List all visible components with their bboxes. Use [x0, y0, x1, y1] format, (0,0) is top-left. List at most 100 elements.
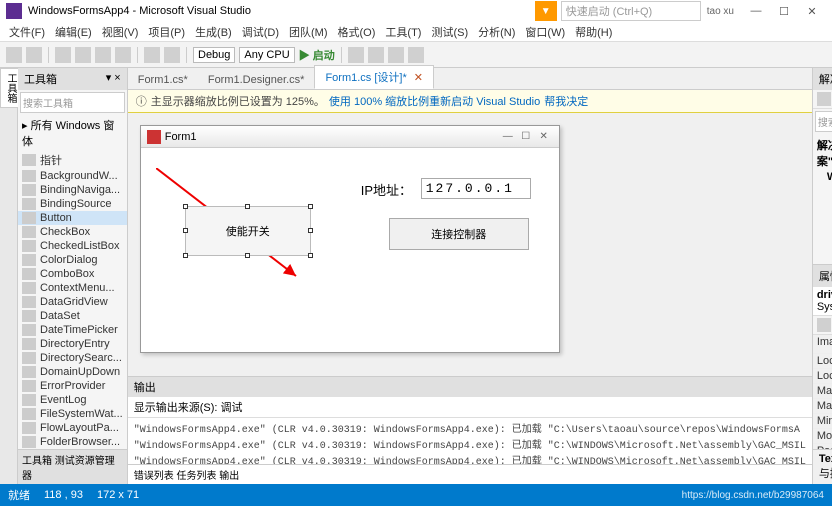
property-row[interactable]: Margin3, 3, 3, 3: [813, 384, 832, 399]
toolbox-item[interactable]: CheckBox: [18, 225, 127, 239]
solution-node: 解决方案"WindowsFormsApp4"(1: [817, 136, 832, 170]
toolbox-item[interactable]: BindingNaviga...: [18, 183, 127, 197]
property-row[interactable]: MinimumSize0, 0: [813, 414, 832, 429]
tb-icon[interactable]: [348, 47, 364, 63]
menu-item[interactable]: 团队(M): [286, 24, 331, 40]
menu-item[interactable]: 格式(O): [335, 24, 379, 40]
toolbox-item[interactable]: ColorDialog: [18, 253, 127, 267]
toolbox-item[interactable]: DateTimePicker: [18, 323, 127, 337]
toolbox-search[interactable]: 搜索工具箱: [20, 92, 125, 113]
nav-fwd-icon[interactable]: [26, 47, 42, 63]
toolbox-item[interactable]: Button: [18, 211, 127, 225]
menu-item[interactable]: 分析(N): [475, 24, 518, 40]
toolbox-item[interactable]: ComboBox: [18, 267, 127, 281]
new-icon[interactable]: [55, 47, 71, 63]
menu-item[interactable]: 帮助(H): [572, 24, 615, 40]
platform-select[interactable]: Any CPU: [239, 47, 294, 63]
tab-close-icon: ✕: [414, 72, 423, 84]
toolbox-item[interactable]: EventLog: [18, 393, 127, 407]
output-text[interactable]: "WindowsFormsApp4.exe" (CLR v4.0.30319: …: [128, 418, 812, 464]
document-tab[interactable]: Form1.cs [设计]* ✕: [314, 65, 434, 89]
window-title: WindowsFormsApp4 - Microsoft Visual Stud…: [28, 5, 251, 17]
vs-icon: [6, 3, 22, 19]
menu-item[interactable]: 测试(S): [428, 24, 471, 40]
output-source[interactable]: 显示输出来源(S): 调试: [128, 397, 812, 418]
info-link-restart[interactable]: 使用 100% 缩放比例重新启动 Visual Studio: [329, 93, 540, 109]
config-select[interactable]: Debug: [193, 47, 235, 63]
solution-tree[interactable]: 解决方案"WindowsFormsApp4"(1 WindowsFormsApp…: [813, 134, 832, 264]
tree-node[interactable]: Microsoft.CSharp: [817, 234, 832, 248]
toolbox-item-icon: [22, 394, 36, 406]
toolbox-item[interactable]: FileSystemWat...: [18, 407, 127, 421]
menu-item[interactable]: 窗口(W): [522, 24, 568, 40]
solution-search[interactable]: 搜索解决方案资源管理器(Ctrl+;): [815, 111, 832, 132]
property-row[interactable]: Location118, 93: [813, 354, 832, 369]
menu-item[interactable]: 工具(T): [382, 24, 424, 40]
toolbox-item[interactable]: 指针: [18, 151, 127, 169]
tree-node[interactable]: ▪ 引用: [817, 198, 832, 216]
toolbox-item[interactable]: ContextMenu...: [18, 281, 127, 295]
menu-item[interactable]: 项目(P): [145, 24, 188, 40]
property-row[interactable]: MaximumSize0, 0: [813, 399, 832, 414]
undo-icon[interactable]: [144, 47, 160, 63]
quick-launch[interactable]: 快速启动 (Ctrl+Q): [561, 1, 701, 21]
designed-form[interactable]: Form1 — ☐ ✕ 使能开关 IP地址： 连接控制器: [140, 125, 560, 353]
tb-icon[interactable]: [388, 47, 404, 63]
toolbox-item-icon: [22, 310, 36, 322]
property-row[interactable]: LockedFalse: [813, 369, 832, 384]
toolbox-item[interactable]: DataSet: [18, 309, 127, 323]
categorized-icon[interactable]: [817, 318, 831, 332]
menubar: 文件(F)编辑(E)视图(V)项目(P)生成(B)调试(D)团队(M)格式(O)…: [0, 22, 832, 42]
menu-item[interactable]: 编辑(E): [52, 24, 95, 40]
save-icon[interactable]: [95, 47, 111, 63]
menu-item[interactable]: 调试(D): [239, 24, 282, 40]
menu-item[interactable]: 生成(B): [192, 24, 235, 40]
toolbox-item[interactable]: CheckedListBox: [18, 239, 127, 253]
toolbox-item[interactable]: ErrorProvider: [18, 379, 127, 393]
start-button[interactable]: ▶ 启动: [299, 47, 335, 63]
document-tab[interactable]: Form1.Designer.cs*: [198, 71, 315, 89]
left-tabwell[interactable]: 工具箱: [0, 68, 18, 484]
toolbox-item[interactable]: BindingSource: [18, 197, 127, 211]
toolbox-item[interactable]: DataGridView: [18, 295, 127, 309]
bottom-tabs[interactable]: 错误列表 任务列表 输出: [128, 464, 812, 484]
toolbox-item[interactable]: BackgroundW...: [18, 169, 127, 183]
tree-node[interactable]: Properties: [817, 184, 832, 198]
signed-in-user[interactable]: tao xu: [707, 6, 734, 17]
toolbox-item-icon: [22, 436, 36, 448]
info-link-help[interactable]: 帮我决定: [544, 93, 588, 109]
form-designer[interactable]: Form1 — ☐ ✕ 使能开关 IP地址： 连接控制器: [128, 113, 812, 376]
toolbox-item-icon: [22, 296, 36, 308]
panel-chevron-icon[interactable]: ▾ ×: [106, 71, 121, 87]
titlebar: WindowsFormsApp4 - Microsoft Visual Stud…: [0, 0, 832, 22]
tb-icon[interactable]: [408, 47, 424, 63]
maximize-button[interactable]: ☐: [770, 5, 798, 18]
property-row[interactable]: ImageList(无): [813, 335, 832, 354]
drive-switch-control[interactable]: 使能开关: [185, 206, 311, 256]
open-icon[interactable]: [75, 47, 91, 63]
notify-badge[interactable]: ▼: [535, 1, 557, 21]
status-position: 118 , 93: [44, 489, 83, 501]
toolbox-item[interactable]: DomainUpDown: [18, 365, 127, 379]
toolbox-item[interactable]: FolderBrowser...: [18, 435, 127, 449]
minimize-button[interactable]: —: [742, 5, 770, 17]
connect-button[interactable]: 连接控制器: [389, 218, 529, 250]
toolbox-category[interactable]: ▸ 所有 Windows 窗体: [18, 115, 127, 151]
toolbox-item[interactable]: DirectoryEntry: [18, 337, 127, 351]
toolbox-item[interactable]: FlowLayoutPa...: [18, 421, 127, 435]
toolbox-footer[interactable]: 工具箱 测试资源管理器: [18, 449, 127, 484]
ip-textbox[interactable]: [421, 178, 531, 199]
redo-icon[interactable]: [164, 47, 180, 63]
close-button[interactable]: ✕: [798, 5, 826, 18]
toolbox-item-icon: [22, 254, 36, 266]
saveall-icon[interactable]: [115, 47, 131, 63]
tree-node[interactable]: Mycontrol: [817, 248, 832, 262]
toolbox-item[interactable]: DirectorySearc...: [18, 351, 127, 365]
document-tab[interactable]: Form1.cs*: [128, 71, 198, 89]
property-row[interactable]: ModifiersPrivate: [813, 429, 832, 444]
tb-icon[interactable]: [368, 47, 384, 63]
menu-item[interactable]: 视图(V): [99, 24, 142, 40]
menu-item[interactable]: 文件(F): [6, 24, 48, 40]
nav-back-icon[interactable]: [6, 47, 22, 63]
tree-node[interactable]: 分析器: [817, 216, 832, 234]
